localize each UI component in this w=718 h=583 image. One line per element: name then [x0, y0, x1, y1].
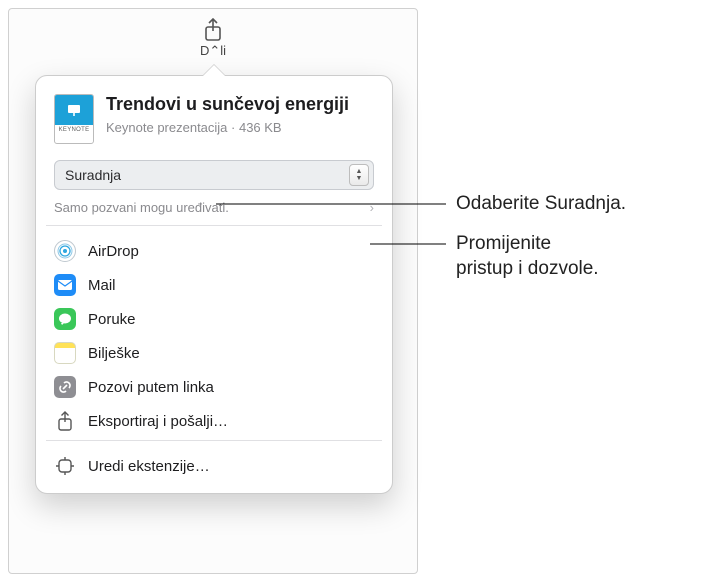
edit-extensions[interactable]: Uredi ekstenzije…	[42, 449, 386, 483]
share-icon[interactable]	[203, 18, 223, 45]
select-stepper-icon: ▲▼	[349, 164, 369, 186]
share-option-invite-link[interactable]: Pozovi putem linka	[42, 370, 386, 404]
document-header: KEYNOTE Trendovi u sunčevoj energiji Key…	[36, 76, 392, 156]
notes-icon	[54, 342, 76, 364]
callout-access-perms: Promijenite pristup i dozvole.	[456, 232, 599, 281]
share-option-airdrop[interactable]: AirDrop	[42, 234, 386, 268]
export-icon	[54, 410, 76, 432]
share-option-notes[interactable]: Bilješke	[42, 336, 386, 370]
edit-extensions-label: Uredi ekstenzije…	[88, 458, 210, 475]
toolbar: D⌃li	[9, 9, 417, 53]
share-popover: KEYNOTE Trendovi u sunčevoj energiji Key…	[35, 75, 393, 494]
share-option-export-send[interactable]: Eksportiraj i pošalji…	[42, 404, 386, 438]
airdrop-icon	[54, 240, 76, 262]
share-option-label: Bilješke	[88, 345, 140, 362]
share-button-label: D⌃li	[200, 43, 226, 59]
callout-mode-select: Odaberite Suradnja.	[456, 192, 626, 217]
mode-select-value: Suradnja	[65, 167, 121, 183]
document-title: Trendovi u sunčevoj energiji	[106, 94, 349, 116]
share-option-mail[interactable]: Mail	[42, 268, 386, 302]
extensions-icon	[54, 455, 76, 477]
access-summary: Samo pozvani mogu uređivati.	[54, 200, 229, 215]
share-option-label: Mail	[88, 277, 116, 294]
chevron-right-icon: ›	[370, 200, 374, 215]
access-permissions-row[interactable]: Samo pozvani mogu uređivati. ›	[54, 200, 374, 225]
mail-icon	[54, 274, 76, 296]
messages-icon	[54, 308, 76, 330]
share-option-label: Pozovi putem linka	[88, 379, 214, 396]
document-meta: Keynote prezentacija · 436 KB	[106, 120, 349, 135]
share-option-label: Poruke	[88, 311, 136, 328]
share-option-messages[interactable]: Poruke	[42, 302, 386, 336]
share-option-label: Eksportiraj i pošalji…	[88, 413, 228, 430]
link-icon	[54, 376, 76, 398]
share-options-list: AirDrop Mail Poruke Bilješke	[36, 226, 392, 440]
app-window: D⌃li KEYNOTE Trendovi u sunčevoj energij…	[8, 8, 418, 574]
document-thumbnail: KEYNOTE	[54, 94, 94, 144]
share-option-label: AirDrop	[88, 243, 139, 260]
mode-select[interactable]: Suradnja ▲▼	[54, 160, 374, 190]
popover-arrow	[202, 65, 226, 77]
thumbnail-app-label: KEYNOTE	[59, 127, 90, 133]
